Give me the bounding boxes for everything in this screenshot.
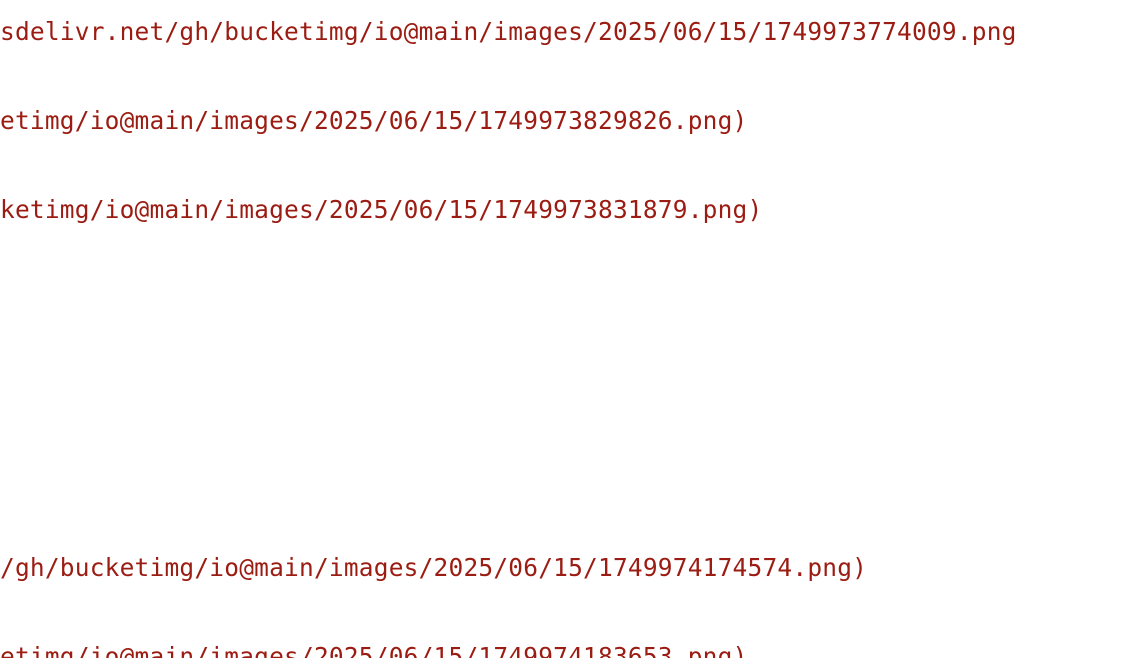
url-line-5[interactable]: etimg/io@main/images/2025/06/15/17499741… [0,642,748,658]
url-line-3[interactable]: ketimg/io@main/images/2025/06/15/1749973… [0,195,762,225]
url-line-1[interactable]: sdelivr.net/gh/bucketimg/io@main/images/… [0,17,1017,47]
url-line-2[interactable]: etimg/io@main/images/2025/06/15/17499738… [0,106,748,136]
url-line-4[interactable]: /gh/bucketimg/io@main/images/2025/06/15/… [0,553,867,583]
code-editor[interactable]: sdelivr.net/gh/bucketimg/io@main/images/… [0,0,1132,658]
